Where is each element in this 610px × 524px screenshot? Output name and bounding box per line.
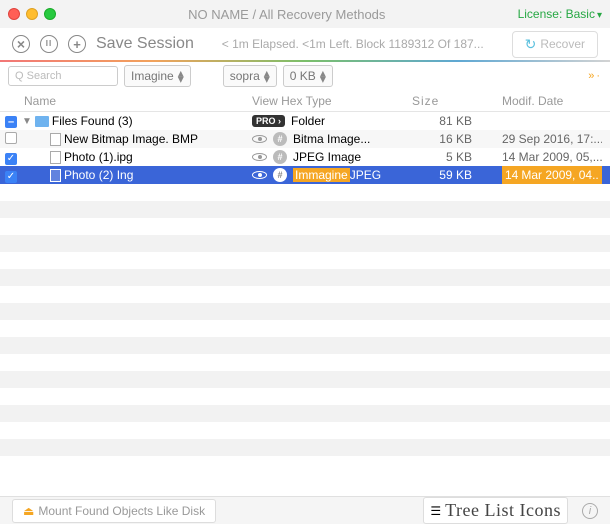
file-size: 5 KB xyxy=(412,150,502,164)
titlebar: NO NAME / All Recovery Methods License: … xyxy=(0,0,610,28)
file-date: Mar 2009, 04... xyxy=(518,167,599,183)
file-name: Photo (2) Ing xyxy=(64,168,133,182)
preview-icon[interactable] xyxy=(252,135,267,143)
checkbox[interactable] xyxy=(5,132,17,144)
empty-rows xyxy=(0,184,610,473)
checkbox[interactable] xyxy=(5,116,17,128)
view-mode-toggle[interactable]: ☰ Tree List Icons xyxy=(423,497,568,524)
disclosure-icon[interactable]: ▼ xyxy=(22,116,32,127)
file-size: 59 KB xyxy=(412,168,502,182)
file-icon xyxy=(50,169,61,182)
status-text: < 1m Elapsed. <1m Left. Block 1189312 Of… xyxy=(204,37,502,51)
minimize-icon[interactable] xyxy=(26,8,38,20)
file-name: Photo (1).ipg xyxy=(64,150,133,164)
mount-button[interactable]: ⏏ Mount Found Objects Like Disk xyxy=(12,499,216,523)
chevron-down-icon: ▾ xyxy=(597,10,602,21)
save-session-button[interactable]: Save Session xyxy=(96,35,194,53)
file-date: 29 Sep 2016, 17:... xyxy=(502,132,602,146)
preview-icon[interactable] xyxy=(252,171,267,179)
hex-icon[interactable]: # xyxy=(273,132,287,146)
file-icon xyxy=(50,133,61,146)
preview-icon[interactable] xyxy=(252,153,267,161)
close-icon[interactable] xyxy=(8,8,20,20)
refresh-icon: ↻ xyxy=(525,36,537,53)
header-date[interactable]: Modif. Date xyxy=(502,94,600,108)
window-controls xyxy=(8,8,56,20)
footer: ⏏ Mount Found Objects Like Disk ☰ Tree L… xyxy=(0,496,610,524)
checkbox[interactable] xyxy=(5,171,17,183)
hex-icon[interactable]: # xyxy=(273,168,287,182)
file-type: Bitma Image... xyxy=(293,132,370,146)
file-type: Folder xyxy=(291,114,325,128)
pause-button[interactable] xyxy=(40,35,58,53)
file-name: Files Found (3) xyxy=(52,114,133,128)
folder-icon xyxy=(35,116,49,127)
file-size: 81 KB xyxy=(412,114,502,128)
file-size: 16 KB xyxy=(412,132,502,146)
file-icon xyxy=(50,151,61,164)
filter-dropdown-3[interactable]: 0 KB▴▾ xyxy=(283,65,333,87)
search-input[interactable]: Q Search xyxy=(8,66,118,86)
window-title: NO NAME / All Recovery Methods xyxy=(56,7,518,22)
toolbar: Save Session < 1m Elapsed. <1m Left. Blo… xyxy=(0,28,610,60)
tree-icon: ☰ xyxy=(430,504,441,518)
add-button[interactable] xyxy=(68,35,86,53)
recover-button[interactable]: ↻ Recover xyxy=(512,31,598,58)
file-type: ImmagineJPEG xyxy=(293,168,381,182)
table-row[interactable]: Photo (2) Ing#ImmagineJPEG59 KB14 Mar 20… xyxy=(0,166,610,184)
file-name: New Bitmap Image. BMP xyxy=(64,132,198,146)
filter-bar: Q Search Imagine▴▾ sopra▴▾ 0 KB▴▾ »· xyxy=(0,62,610,90)
pro-badge: PRO › xyxy=(252,115,285,127)
header-size[interactable]: Size xyxy=(412,94,502,108)
stop-button[interactable] xyxy=(12,35,30,53)
file-date: 14 Mar 2009, 05,... xyxy=(502,150,602,164)
info-icon[interactable]: i xyxy=(582,503,598,519)
file-list: ▼ Files Found (3) PRO › Folder 81 KB New Bitm… xyxy=(0,112,610,184)
header-view[interactable]: View Hex Type xyxy=(252,94,412,108)
more-icon[interactable]: »· xyxy=(588,70,602,82)
table-row[interactable]: New Bitmap Image. BMP # Bitma Image... 16 K… xyxy=(0,130,610,148)
filter-dropdown-1[interactable]: Imagine▴▾ xyxy=(124,65,191,87)
zoom-icon[interactable] xyxy=(44,8,56,20)
license-link[interactable]: License: Basic▾ xyxy=(518,7,602,21)
file-type: JPEG Image xyxy=(293,150,361,164)
header-name[interactable]: Name xyxy=(22,94,252,108)
table-row[interactable]: Photo (1).ipg # JPEG Image 5 KB14 Mar 2009,… xyxy=(0,148,610,166)
checkbox[interactable] xyxy=(5,153,17,165)
hex-icon[interactable]: # xyxy=(273,150,287,164)
disk-icon: ⏏ xyxy=(23,504,34,518)
filter-dropdown-2[interactable]: sopra▴▾ xyxy=(223,65,277,87)
column-headers: Name View Hex Type Size Modif. Date xyxy=(0,90,610,112)
table-row[interactable]: ▼ Files Found (3) PRO › Folder 81 KB xyxy=(0,112,610,130)
